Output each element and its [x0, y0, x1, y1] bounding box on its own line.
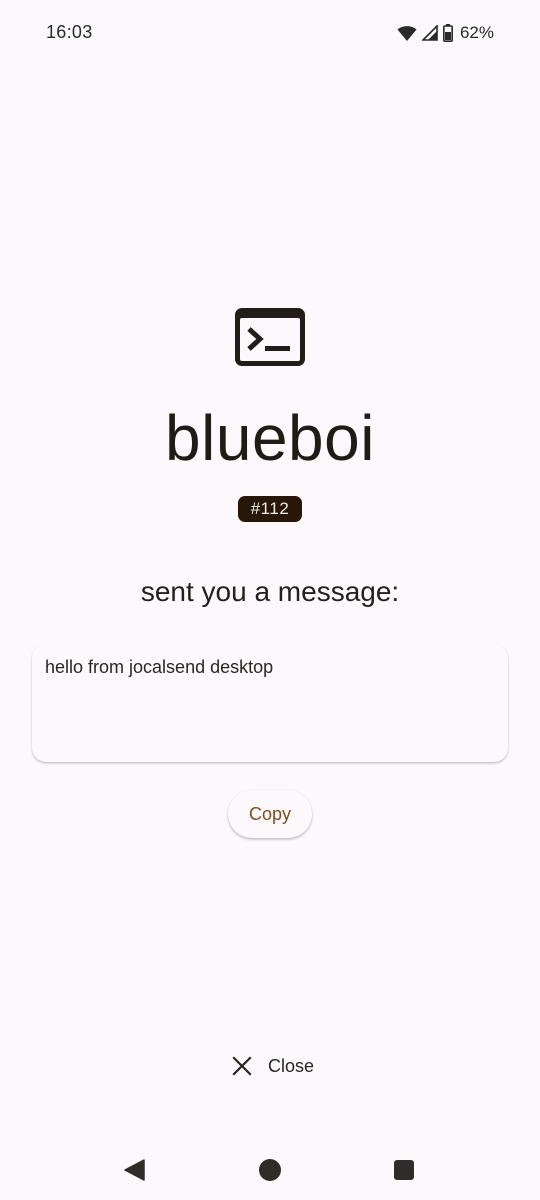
battery-percent: 62% [459, 23, 494, 42]
status-time: 16:03 [46, 22, 93, 42]
terminal-icon [235, 308, 305, 366]
battery-icon [442, 24, 453, 42]
status-icons: 62% [397, 22, 494, 44]
recents-icon[interactable] [388, 1154, 420, 1186]
device-name: blueboi [165, 402, 375, 474]
message-subtitle: sent you a message: [140, 576, 400, 607]
copy-button[interactable]: Copy [228, 790, 312, 838]
message-text: hello from jocalsend desktop [45, 657, 274, 677]
device-tag-badge: #112 [238, 496, 302, 522]
message-card[interactable]: hello from jocalsend desktop [32, 644, 508, 762]
back-icon[interactable] [119, 1154, 151, 1186]
close-icon [231, 1055, 253, 1077]
cell-signal-icon [421, 25, 438, 41]
status-bar: 16:03 62% [0, 0, 540, 66]
close-label: Close [268, 1055, 315, 1076]
wifi-icon [397, 25, 417, 41]
close-button[interactable]: Close [222, 1044, 322, 1088]
home-icon[interactable] [254, 1154, 286, 1186]
navigation-bar [0, 1140, 540, 1200]
